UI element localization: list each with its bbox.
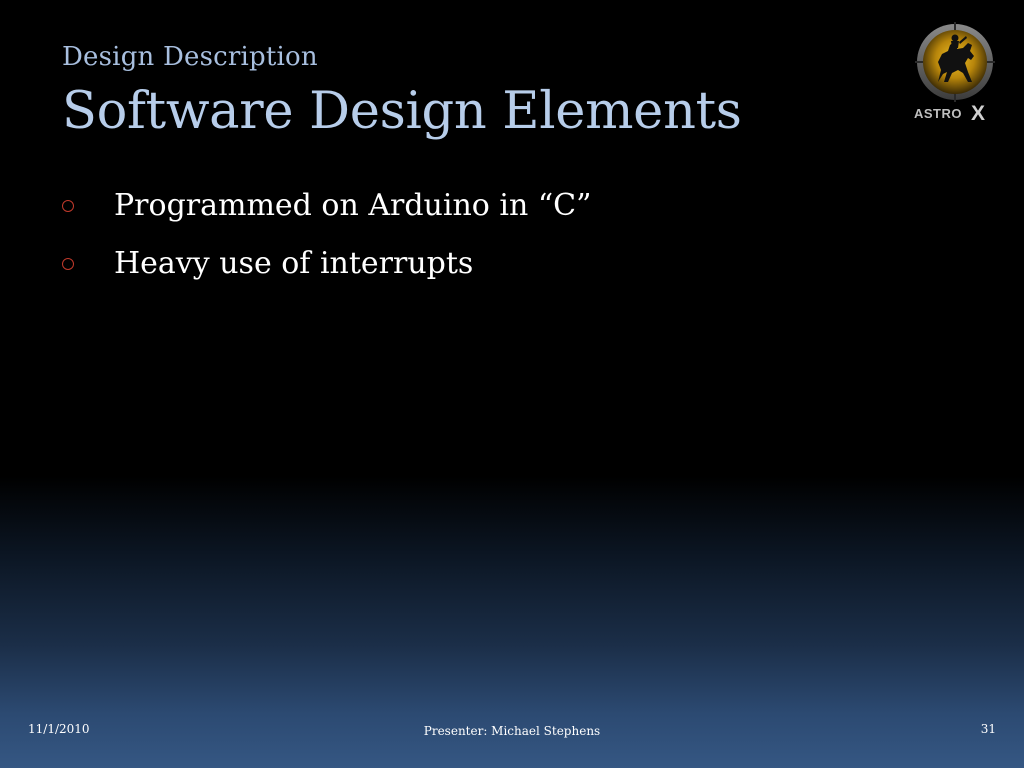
page-number: 31 xyxy=(980,722,996,736)
slide: Design Description Software Design Eleme… xyxy=(0,0,1024,768)
svg-text:ASTRO: ASTRO xyxy=(914,106,962,121)
svg-text:X: X xyxy=(971,102,985,124)
bullet-text: Heavy use of interrupts xyxy=(114,246,474,281)
slide-subtitle: Design Description xyxy=(62,42,318,72)
circle-bullet-icon xyxy=(62,200,74,212)
astrox-logo: ASTRO X xyxy=(908,18,1002,125)
astrox-horse-rider-logo-icon: ASTRO X xyxy=(914,22,995,125)
bullet-text: Programmed on Arduino in “C” xyxy=(114,188,592,223)
slide-title: Software Design Elements xyxy=(62,82,742,141)
footer-presenter: Presenter: Michael Stephens xyxy=(423,724,601,738)
circle-bullet-icon xyxy=(62,258,74,270)
